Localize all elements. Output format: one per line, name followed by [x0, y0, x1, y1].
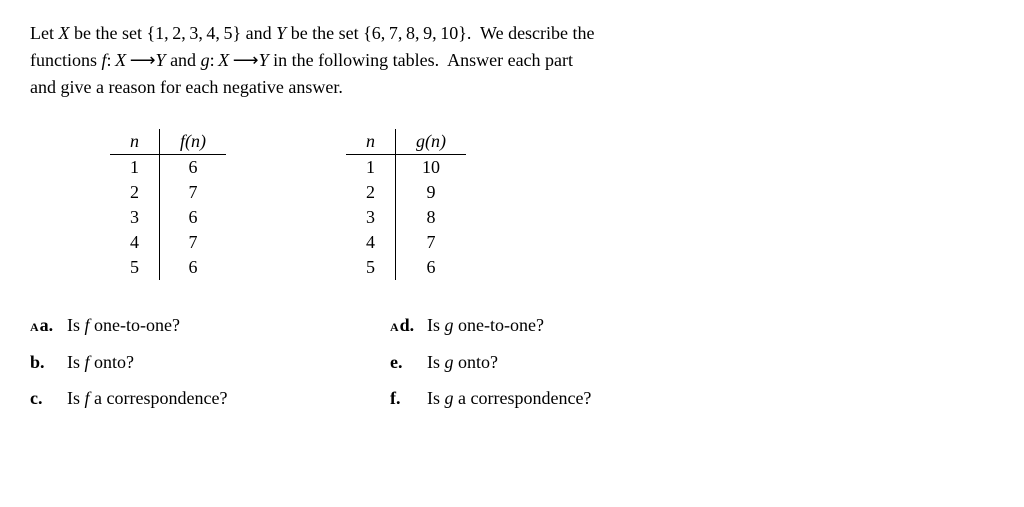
question-c-label: c. [30, 383, 58, 414]
table-row: 3 8 [346, 205, 466, 230]
table-f-row1-n: 1 [110, 155, 160, 181]
table-row: 2 9 [346, 180, 466, 205]
question-f-row: f. Is g a correspondence? [390, 383, 770, 414]
table-f-row2-fn: 7 [160, 180, 227, 205]
question-a-letter: a. [40, 310, 54, 341]
question-d-letter: d. [400, 310, 415, 341]
table-g-row1-n: 1 [346, 155, 396, 181]
table-g-row3-n: 3 [346, 205, 396, 230]
question-a-label: Aa. [30, 310, 58, 341]
table-row: 5 6 [346, 255, 466, 280]
table-row: 4 7 [110, 230, 226, 255]
question-e-text: Is g onto? [418, 347, 498, 378]
question-a-text: Is f one-to-one? [58, 310, 180, 341]
questions-section: Aa. Is f one-to-one? b. Is f onto? c. Is… [30, 310, 994, 420]
table-row: 5 6 [110, 255, 226, 280]
table-f-row4-n: 4 [110, 230, 160, 255]
table-g-col-n: n [346, 129, 396, 155]
table-f-wrapper: n f(n) 1 6 2 7 3 6 4 7 [110, 129, 226, 280]
tables-section: n f(n) 1 6 2 7 3 6 4 7 [30, 129, 994, 280]
table-f-row4-fn: 7 [160, 230, 227, 255]
table-f-row1-fn: 6 [160, 155, 227, 181]
questions-left: Aa. Is f one-to-one? b. Is f onto? c. Is… [30, 310, 330, 420]
table-g-row1-gn: 10 [396, 155, 467, 181]
question-e-letter: e. [390, 347, 403, 378]
table-row: 2 7 [110, 180, 226, 205]
table-g-wrapper: n g(n) 1 10 2 9 3 8 4 7 [346, 129, 466, 280]
table-g: n g(n) 1 10 2 9 3 8 4 7 [346, 129, 466, 280]
table-f: n f(n) 1 6 2 7 3 6 4 7 [110, 129, 226, 280]
table-f-row2-n: 2 [110, 180, 160, 205]
question-b-letter: b. [30, 347, 45, 378]
question-c-letter: c. [30, 383, 43, 414]
table-g-row4-n: 4 [346, 230, 396, 255]
question-c-row: c. Is f a correspondence? [30, 383, 330, 414]
question-f-text: Is g a correspondence? [418, 383, 591, 414]
table-g-row4-gn: 7 [396, 230, 467, 255]
question-d-row: Ad. Is g one-to-one? [390, 310, 770, 341]
table-f-row3-n: 3 [110, 205, 160, 230]
table-f-row3-fn: 6 [160, 205, 227, 230]
table-f-row5-n: 5 [110, 255, 160, 280]
table-g-col-gn: g(n) [396, 129, 467, 155]
question-b-row: b. Is f onto? [30, 347, 330, 378]
question-d-label: Ad. [390, 310, 418, 341]
question-e-row: e. Is g onto? [390, 347, 770, 378]
question-d-text: Is g one-to-one? [418, 310, 544, 341]
table-g-row3-gn: 8 [396, 205, 467, 230]
table-f-row5-fn: 6 [160, 255, 227, 280]
table-g-row2-gn: 9 [396, 180, 467, 205]
question-c-text: Is f a correspondence? [58, 383, 227, 414]
question-b-text: Is f onto? [58, 347, 134, 378]
question-a-row: Aa. Is f one-to-one? [30, 310, 330, 341]
superscript-a-left: A [30, 317, 39, 337]
question-f-label: f. [390, 383, 418, 414]
question-e-label: e. [390, 347, 418, 378]
table-g-row5-n: 5 [346, 255, 396, 280]
table-f-col-fn: f(n) [160, 129, 227, 155]
table-row: 4 7 [346, 230, 466, 255]
questions-right: Ad. Is g one-to-one? e. Is g onto? f. Is… [390, 310, 770, 420]
table-f-col-n: n [110, 129, 160, 155]
question-f-letter: f. [390, 383, 401, 414]
table-row: 1 6 [110, 155, 226, 181]
intro-paragraph: Let X be the set {1, 2, 3, 4, 5} and Y b… [30, 20, 994, 101]
question-b-label: b. [30, 347, 58, 378]
superscript-a-right: A [390, 317, 399, 337]
table-g-row2-n: 2 [346, 180, 396, 205]
table-row: 3 6 [110, 205, 226, 230]
table-g-row5-gn: 6 [396, 255, 467, 280]
table-row: 1 10 [346, 155, 466, 181]
